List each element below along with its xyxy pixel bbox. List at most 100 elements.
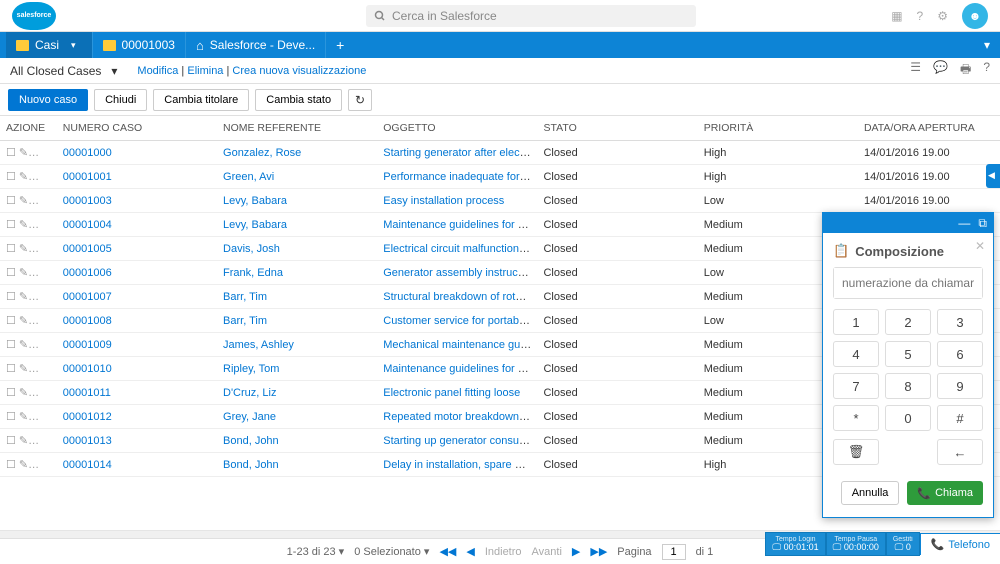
cell-subject[interactable]: Maintenance guidelines for generator un.…	[377, 357, 537, 381]
col-action[interactable]: AZIONE	[0, 116, 57, 141]
cell-contact[interactable]: D'Cruz, Liz	[217, 381, 377, 405]
col-status[interactable]: STATO	[537, 116, 697, 141]
key-backspace[interactable]: ←	[937, 439, 983, 465]
tab-dev[interactable]: ⌂ Salesforce - Deve...	[186, 32, 326, 58]
key-8[interactable]: 8	[885, 373, 931, 399]
cell-caseno[interactable]: 00001003	[57, 189, 217, 213]
refresh-button[interactable]: ↻	[348, 89, 372, 111]
view-picker[interactable]: All Closed Cases ▾	[10, 64, 117, 78]
cell-caseno[interactable]: 00001007	[57, 285, 217, 309]
dial-cancel-button[interactable]: Annulla	[841, 481, 900, 505]
cell-contact[interactable]: Bond, John	[217, 429, 377, 453]
settings-gear-icon[interactable]: ⚙	[937, 9, 948, 23]
view-create-link[interactable]: Crea nuova visualizzazione	[232, 65, 366, 77]
cell-caseno[interactable]: 00001006	[57, 261, 217, 285]
cell-subject[interactable]: Electronic panel fitting loose	[377, 381, 537, 405]
tab-casi[interactable]: Casi ▾	[6, 32, 93, 58]
col-opened[interactable]: DATA/ORA APERTURA	[858, 116, 1000, 141]
close-case-button[interactable]: Chiudi	[94, 89, 147, 111]
cell-caseno[interactable]: 00001010	[57, 357, 217, 381]
cell-contact[interactable]: Green, Avi	[217, 165, 377, 189]
key-#[interactable]: #	[937, 405, 983, 431]
view-delete-link[interactable]: Elimina	[187, 65, 223, 77]
pager-first-icon[interactable]: ◀◀	[439, 545, 456, 558]
cell-caseno[interactable]: 00001000	[57, 141, 217, 165]
list-icon[interactable]: ☰	[910, 60, 921, 81]
key-3[interactable]: 3	[937, 309, 983, 335]
cell-subject[interactable]: Customer service for portable generators…	[377, 309, 537, 333]
cell-subject[interactable]: Electrical circuit malfunctioning	[377, 237, 537, 261]
key-0[interactable]: 0	[885, 405, 931, 431]
dial-input[interactable]	[834, 268, 982, 298]
view-edit-link[interactable]: Modifica	[137, 65, 178, 77]
cell-subject[interactable]: Easy installation process	[377, 189, 537, 213]
pager-prev-icon[interactable]: ◀	[466, 545, 474, 558]
cell-subject[interactable]: Generator assembly instructions unclear	[377, 261, 537, 285]
tabs-overflow-icon[interactable]: ▾	[984, 38, 990, 52]
print-icon[interactable]: 🖶	[960, 60, 971, 81]
cell-caseno[interactable]: 00001008	[57, 309, 217, 333]
cell-contact[interactable]: Ripley, Tom	[217, 357, 377, 381]
row-actions[interactable]: ☐✎🗑⊘	[0, 333, 57, 357]
row-actions[interactable]: ☐✎🗑⊘	[0, 285, 57, 309]
help-icon-small[interactable]: ?	[983, 60, 990, 81]
cell-subject[interactable]: Structural breakdown of rotor assembly	[377, 285, 537, 309]
cell-caseno[interactable]: 00001004	[57, 213, 217, 237]
new-case-button[interactable]: Nuovo caso	[8, 89, 88, 111]
row-actions[interactable]: ☐✎🗑⊘	[0, 189, 57, 213]
popout-icon[interactable]: ⧉	[978, 217, 987, 229]
row-actions[interactable]: ☐✎🗑⊘	[0, 165, 57, 189]
close-icon[interactable]: ✕	[975, 239, 985, 253]
key-9[interactable]: 9	[937, 373, 983, 399]
cell-subject[interactable]: Delay in installation, spare parts unava…	[377, 453, 537, 477]
new-tab-button[interactable]: +	[326, 37, 354, 53]
table-row[interactable]: ☐✎🗑⊘ 00001000 Gonzalez, Rose Starting ge…	[0, 141, 1000, 165]
cell-subject[interactable]: Starting up generator consumes excessiv.…	[377, 429, 537, 453]
cell-caseno[interactable]: 00001014	[57, 453, 217, 477]
row-actions[interactable]: ☐✎🗑⊘	[0, 381, 57, 405]
pager-next-icon[interactable]: ▶	[572, 545, 580, 558]
key-6[interactable]: 6	[937, 341, 983, 367]
row-actions[interactable]: ☐✎🗑⊘	[0, 141, 57, 165]
key-2[interactable]: 2	[885, 309, 931, 335]
pager-page-input[interactable]	[662, 544, 686, 560]
global-search[interactable]: Cerca in Salesforce	[366, 5, 696, 27]
row-actions[interactable]: ☐✎🗑⊘	[0, 429, 57, 453]
row-actions[interactable]: ☐✎🗑⊘	[0, 213, 57, 237]
feed-icon[interactable]: 💬	[933, 60, 948, 81]
phone-toggle-button[interactable]: 📞 Telefono	[920, 533, 1000, 555]
col-priority[interactable]: PRIORITÀ	[698, 116, 858, 141]
cell-contact[interactable]: Frank, Edna	[217, 261, 377, 285]
tab-case-number[interactable]: 00001003	[93, 32, 186, 58]
cell-caseno[interactable]: 00001005	[57, 237, 217, 261]
table-row[interactable]: ☐✎🗑⊘ 00001003 Levy, Babara Easy installa…	[0, 189, 1000, 213]
key-7[interactable]: 7	[833, 373, 879, 399]
cell-subject[interactable]: Maintenance guidelines for generator un.…	[377, 213, 537, 237]
change-status-button[interactable]: Cambia stato	[255, 89, 342, 111]
cell-contact[interactable]: Gonzalez, Rose	[217, 141, 377, 165]
cell-contact[interactable]: James, Ashley	[217, 333, 377, 357]
row-actions[interactable]: ☐✎🗑⊘	[0, 261, 57, 285]
row-actions[interactable]: ☐✎🗑⊘	[0, 453, 57, 477]
cell-caseno[interactable]: 00001001	[57, 165, 217, 189]
cell-contact[interactable]: Levy, Babara	[217, 213, 377, 237]
key-1[interactable]: 1	[833, 309, 879, 335]
key-delete[interactable]: 🗑	[833, 439, 879, 465]
col-subject[interactable]: OGGETTO	[377, 116, 537, 141]
apps-icon[interactable]: ▦	[891, 9, 902, 23]
help-icon[interactable]: ?	[917, 9, 924, 23]
cell-contact[interactable]: Levy, Babara	[217, 189, 377, 213]
col-contact[interactable]: NOME REFERENTE	[217, 116, 377, 141]
cell-subject[interactable]: Performance inadequate for second con...	[377, 165, 537, 189]
cell-contact[interactable]: Grey, Jane	[217, 405, 377, 429]
cell-caseno[interactable]: 00001012	[57, 405, 217, 429]
cell-contact[interactable]: Barr, Tim	[217, 285, 377, 309]
col-caseno[interactable]: NUMERO CASO	[57, 116, 217, 141]
cell-contact[interactable]: Davis, Josh	[217, 237, 377, 261]
pager-last-icon[interactable]: ▶▶	[590, 545, 607, 558]
key-4[interactable]: 4	[833, 341, 879, 367]
side-panel-toggle[interactable]	[986, 164, 1000, 188]
table-row[interactable]: ☐✎🗑⊘ 00001001 Green, Avi Performance ina…	[0, 165, 1000, 189]
cell-subject[interactable]: Mechanical maintenance guidelines for g.…	[377, 333, 537, 357]
cell-contact[interactable]: Bond, John	[217, 453, 377, 477]
